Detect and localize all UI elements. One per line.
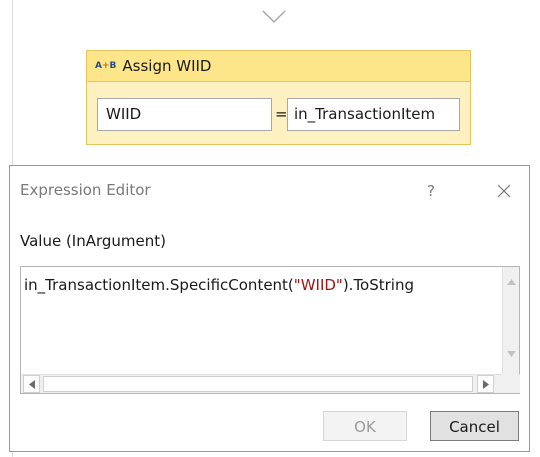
assign-activity-title: Assign WIID [122, 57, 212, 75]
assign-operator: = [275, 105, 288, 123]
scroll-up-arrow-icon[interactable] [503, 273, 520, 290]
assign-activity-header[interactable]: A+B Assign WIID [87, 51, 470, 82]
assign-value-field[interactable]: in_TransactionItem [287, 98, 460, 131]
assign-icon: A+B [95, 61, 117, 71]
scroll-left-arrow-icon[interactable] [23, 375, 40, 393]
string-literal: "WIID" [293, 276, 343, 294]
dialog-title: Expression Editor [20, 181, 151, 199]
horizontal-scroll-thumb[interactable] [43, 376, 473, 392]
scroll-right-arrow-icon[interactable] [477, 375, 494, 393]
assign-activity[interactable]: A+B Assign WIID WIID = in_TransactionIte… [86, 50, 471, 145]
scroll-down-arrow-icon[interactable] [503, 345, 520, 362]
help-button[interactable]: ? [415, 175, 447, 207]
ok-button[interactable]: OK [323, 411, 407, 441]
expression-textbox[interactable]: in_TransactionItem.SpecificContent("WIID… [20, 266, 520, 394]
cancel-button[interactable]: Cancel [430, 411, 519, 441]
vertical-scrollbar[interactable] [502, 267, 519, 375]
chevron-down-icon [262, 10, 286, 23]
scrollbar-corner [502, 374, 519, 393]
assign-row: WIID = in_TransactionItem [97, 98, 460, 131]
horizontal-scrollbar[interactable] [21, 374, 520, 393]
dialog-titlebar[interactable]: Expression Editor ? [10, 166, 529, 216]
value-argument-label: Value (InArgument) [20, 232, 167, 250]
close-icon[interactable] [488, 175, 520, 207]
assign-to-field[interactable]: WIID [97, 98, 272, 131]
expression-text[interactable]: in_TransactionItem.SpecificContent("WIID… [24, 276, 414, 294]
expression-editor-dialog: Expression Editor ? Value (InArgument) i… [9, 165, 530, 452]
